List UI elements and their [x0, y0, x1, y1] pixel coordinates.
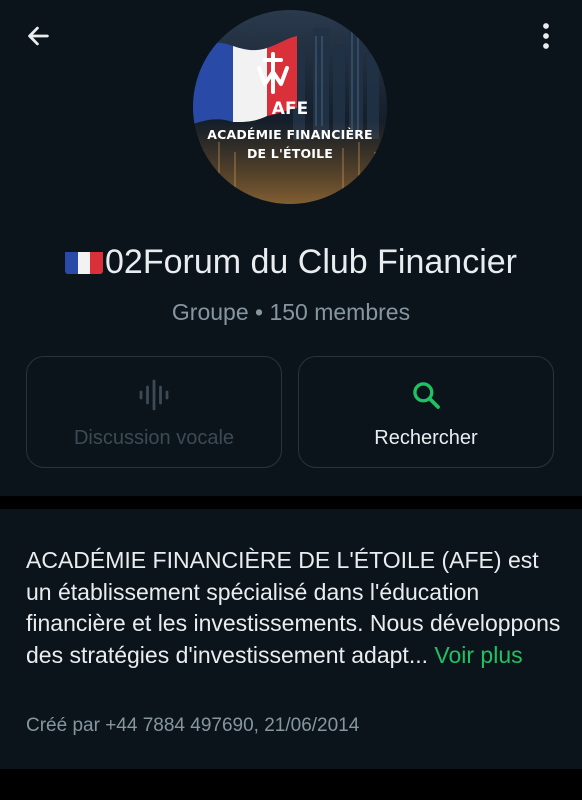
see-more-link[interactable]: Voir plus [434, 642, 522, 668]
avatar-logo-text: AFE [272, 99, 308, 119]
more-vertical-icon [543, 23, 549, 49]
group-description-section: ACADÉMIE FINANCIÈRE DE L'ÉTOILE (AFE) es… [0, 509, 582, 769]
created-by-text: Créé par +44 7884 497690, 21/06/2014 [26, 715, 360, 736]
more-options-button[interactable] [528, 16, 564, 56]
audio-wave-icon [139, 379, 169, 411]
arrow-left-icon [28, 26, 49, 46]
avatar-line-1: ACADÉMIE FINANCIÈRE [207, 127, 373, 142]
avatar-line-2: DE L'ÉTOILE [246, 146, 334, 161]
group-header-section: AFE ACADÉMIE FINANCIÈRE DE L'ÉTOILE 02Fo… [0, 0, 582, 496]
voice-chat-button[interactable]: Discussion vocale [26, 356, 282, 468]
search-icon [413, 382, 440, 409]
search-button[interactable]: Rechercher [298, 356, 554, 468]
group-description: ACADÉMIE FINANCIÈRE DE L'ÉTOILE (AFE) es… [26, 545, 566, 671]
france-flag-icon [65, 248, 104, 274]
search-label: Rechercher [374, 427, 478, 449]
group-avatar-image: AFE [193, 10, 387, 204]
group-subtitle: Groupe • 150 membres [171, 299, 411, 325]
voice-chat-label: Discussion vocale [73, 427, 235, 449]
group-avatar[interactable]: AFE ACADÉMIE FINANCIÈRE DE L'ÉTOILE [193, 10, 387, 204]
back-button[interactable] [18, 18, 58, 54]
group-title: 02Forum du Club Financier [0, 243, 582, 282]
group-title-text: 02Forum du Club Financier [105, 243, 517, 281]
